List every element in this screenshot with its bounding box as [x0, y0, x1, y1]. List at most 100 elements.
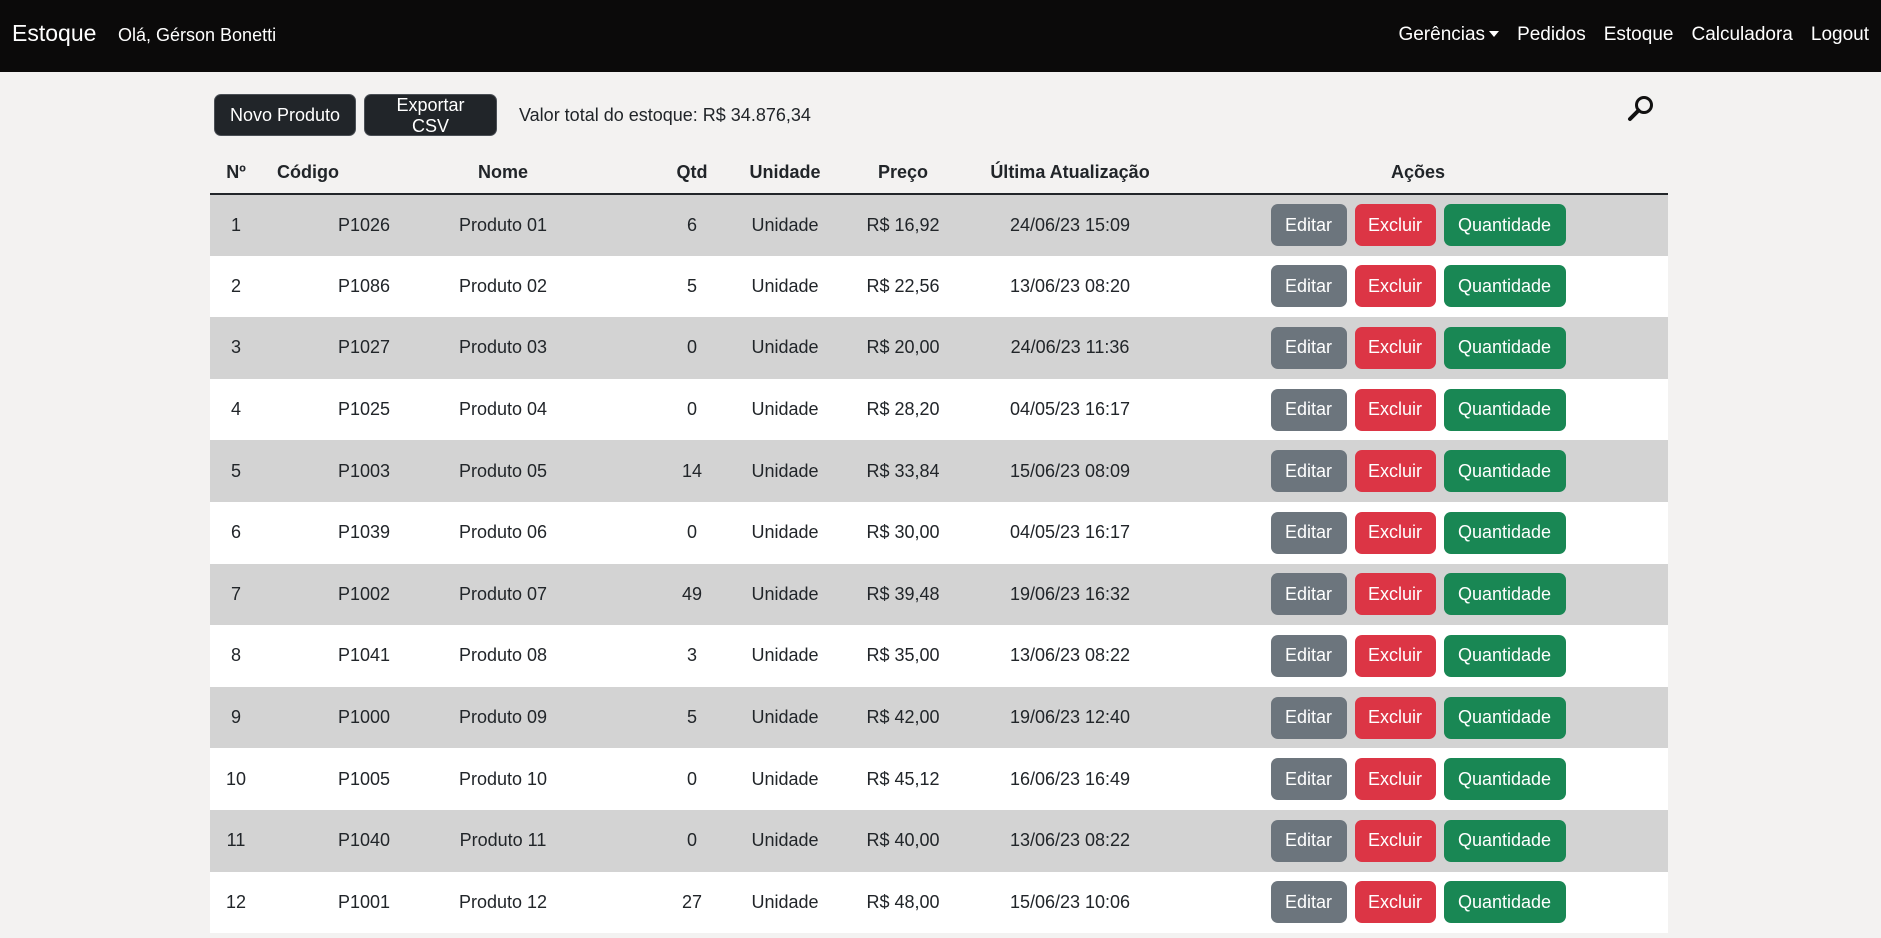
edit-button[interactable]: Editar	[1270, 511, 1347, 554]
row-number: 5	[210, 440, 262, 502]
header-price: Preço	[834, 152, 972, 195]
edit-button[interactable]: Editar	[1270, 265, 1347, 308]
header-code: Código	[262, 152, 358, 195]
header-quantity: Qtd	[648, 152, 736, 195]
quantity-button[interactable]: Quantidade	[1443, 326, 1566, 369]
product-unit: Unidade	[736, 686, 834, 749]
row-actions: Editar Excluir Quantidade	[1168, 255, 1668, 318]
row-number: 1	[210, 194, 262, 256]
delete-button[interactable]: Excluir	[1354, 511, 1436, 554]
row-actions: Editar Excluir Quantidade	[1168, 809, 1668, 872]
nav-logout[interactable]: Logout	[1811, 24, 1869, 46]
quantity-button[interactable]: Quantidade	[1443, 573, 1566, 616]
nav-calculadora[interactable]: Calculadora	[1691, 24, 1792, 46]
product-unit: Unidade	[736, 625, 834, 687]
new-product-button[interactable]: Novo Produto	[214, 94, 356, 136]
product-name: Produto 09	[358, 686, 648, 749]
row-number: 11	[210, 809, 262, 872]
nav-gerencias-label: Gerências	[1398, 24, 1486, 45]
product-price: R$ 42,00	[834, 686, 972, 749]
delete-button[interactable]: Excluir	[1354, 265, 1436, 308]
table-row: 8 P1041 Produto 08 3 Unidade R$ 35,00 13/06/23…	[210, 625, 1668, 687]
edit-button[interactable]: Editar	[1270, 326, 1347, 369]
last-update: 13/06/23 08:20	[972, 255, 1168, 318]
product-price: R$ 40,00	[834, 809, 972, 872]
product-code: P1086	[262, 255, 390, 318]
quantity-button[interactable]: Quantidade	[1443, 511, 1566, 554]
product-quantity: 0	[648, 378, 736, 441]
last-update: 15/06/23 08:09	[972, 440, 1168, 502]
delete-button[interactable]: Excluir	[1354, 388, 1436, 431]
quantity-button[interactable]: Quantidade	[1443, 265, 1566, 308]
product-unit: Unidade	[736, 871, 834, 934]
actions-group: Editar Excluir Quantidade	[1168, 388, 1668, 431]
product-price: R$ 33,84	[834, 440, 972, 502]
last-update: 13/06/23 08:22	[972, 625, 1168, 687]
table-row: 11 P1040 Produto 11 0 Unidade R$ 40,00 13/06/2…	[210, 809, 1668, 872]
product-price: R$ 48,00	[834, 871, 972, 934]
edit-button[interactable]: Editar	[1270, 696, 1347, 739]
delete-button[interactable]: Excluir	[1354, 450, 1436, 493]
caret-down-icon	[1489, 31, 1500, 37]
delete-button[interactable]: Excluir	[1354, 634, 1436, 677]
last-update: 13/06/23 08:22	[972, 809, 1168, 872]
row-actions: Editar Excluir Quantidade	[1168, 440, 1668, 502]
delete-button[interactable]: Excluir	[1354, 204, 1436, 247]
delete-button[interactable]: Excluir	[1354, 819, 1436, 862]
quantity-button[interactable]: Quantidade	[1443, 204, 1566, 247]
row-number: 6	[210, 501, 262, 564]
edit-button[interactable]: Editar	[1270, 634, 1347, 677]
product-quantity: 3	[648, 625, 736, 687]
actions-group: Editar Excluir Quantidade	[1168, 326, 1668, 369]
edit-button[interactable]: Editar	[1270, 819, 1347, 862]
product-code: P1000	[262, 686, 390, 749]
edit-button[interactable]: Editar	[1270, 758, 1347, 801]
product-unit: Unidade	[736, 501, 834, 564]
product-code: P1002	[262, 563, 390, 626]
brand-link[interactable]: Estoque	[12, 20, 96, 47]
edit-button[interactable]: Editar	[1270, 450, 1347, 493]
stock-table-container: Nº Código Nome Qtd Unidade Preço Última …	[210, 152, 1668, 934]
table-body: 1 P1026 Produto 01 6 Unidade R$ 16,92 24/06/23…	[210, 194, 1668, 934]
edit-button[interactable]: Editar	[1270, 388, 1347, 431]
product-quantity: 0	[648, 501, 736, 564]
product-quantity: 0	[648, 809, 736, 872]
quantity-button[interactable]: Quantidade	[1443, 696, 1566, 739]
nav-estoque[interactable]: Estoque	[1604, 24, 1674, 46]
delete-button[interactable]: Excluir	[1354, 573, 1436, 616]
product-code: P1041	[262, 625, 390, 687]
search-icon[interactable]	[1626, 94, 1656, 124]
nav-gerencias-dropdown[interactable]: Gerências	[1398, 24, 1500, 46]
export-csv-button[interactable]: Exportar CSV	[364, 94, 497, 136]
edit-button[interactable]: Editar	[1270, 881, 1347, 924]
quantity-button[interactable]: Quantidade	[1443, 450, 1566, 493]
user-greeting: Olá, Gérson Bonetti	[118, 25, 277, 45]
edit-button[interactable]: Editar	[1270, 204, 1347, 247]
quantity-button[interactable]: Quantidade	[1443, 881, 1566, 924]
quantity-button[interactable]: Quantidade	[1443, 758, 1566, 801]
table-row: 3 P1027 Produto 03 0 Unidade R$ 20,00 24/06/23…	[210, 317, 1668, 379]
delete-button[interactable]: Excluir	[1354, 881, 1436, 924]
product-unit: Unidade	[736, 378, 834, 441]
product-code: P1025	[262, 378, 390, 441]
product-quantity: 0	[648, 317, 736, 379]
edit-button[interactable]: Editar	[1270, 573, 1347, 616]
quantity-button[interactable]: Quantidade	[1443, 634, 1566, 677]
row-number: 2	[210, 255, 262, 318]
header-last-update: Última Atualização	[972, 152, 1168, 195]
product-quantity: 27	[648, 871, 736, 934]
quantity-button[interactable]: Quantidade	[1443, 388, 1566, 431]
last-update: 24/06/23 11:36	[972, 317, 1168, 379]
table-row: 7 P1002 Produto 07 49 Unidade R$ 39,48 19/06/2…	[210, 563, 1668, 626]
actions-group: Editar Excluir Quantidade	[1168, 573, 1668, 616]
product-unit: Unidade	[736, 440, 834, 502]
product-unit: Unidade	[736, 317, 834, 379]
row-number: 10	[210, 748, 262, 810]
delete-button[interactable]: Excluir	[1354, 758, 1436, 801]
product-unit: Unidade	[736, 748, 834, 810]
quantity-button[interactable]: Quantidade	[1443, 819, 1566, 862]
last-update: 04/05/23 16:17	[972, 501, 1168, 564]
delete-button[interactable]: Excluir	[1354, 696, 1436, 739]
delete-button[interactable]: Excluir	[1354, 326, 1436, 369]
nav-pedidos[interactable]: Pedidos	[1517, 24, 1586, 46]
